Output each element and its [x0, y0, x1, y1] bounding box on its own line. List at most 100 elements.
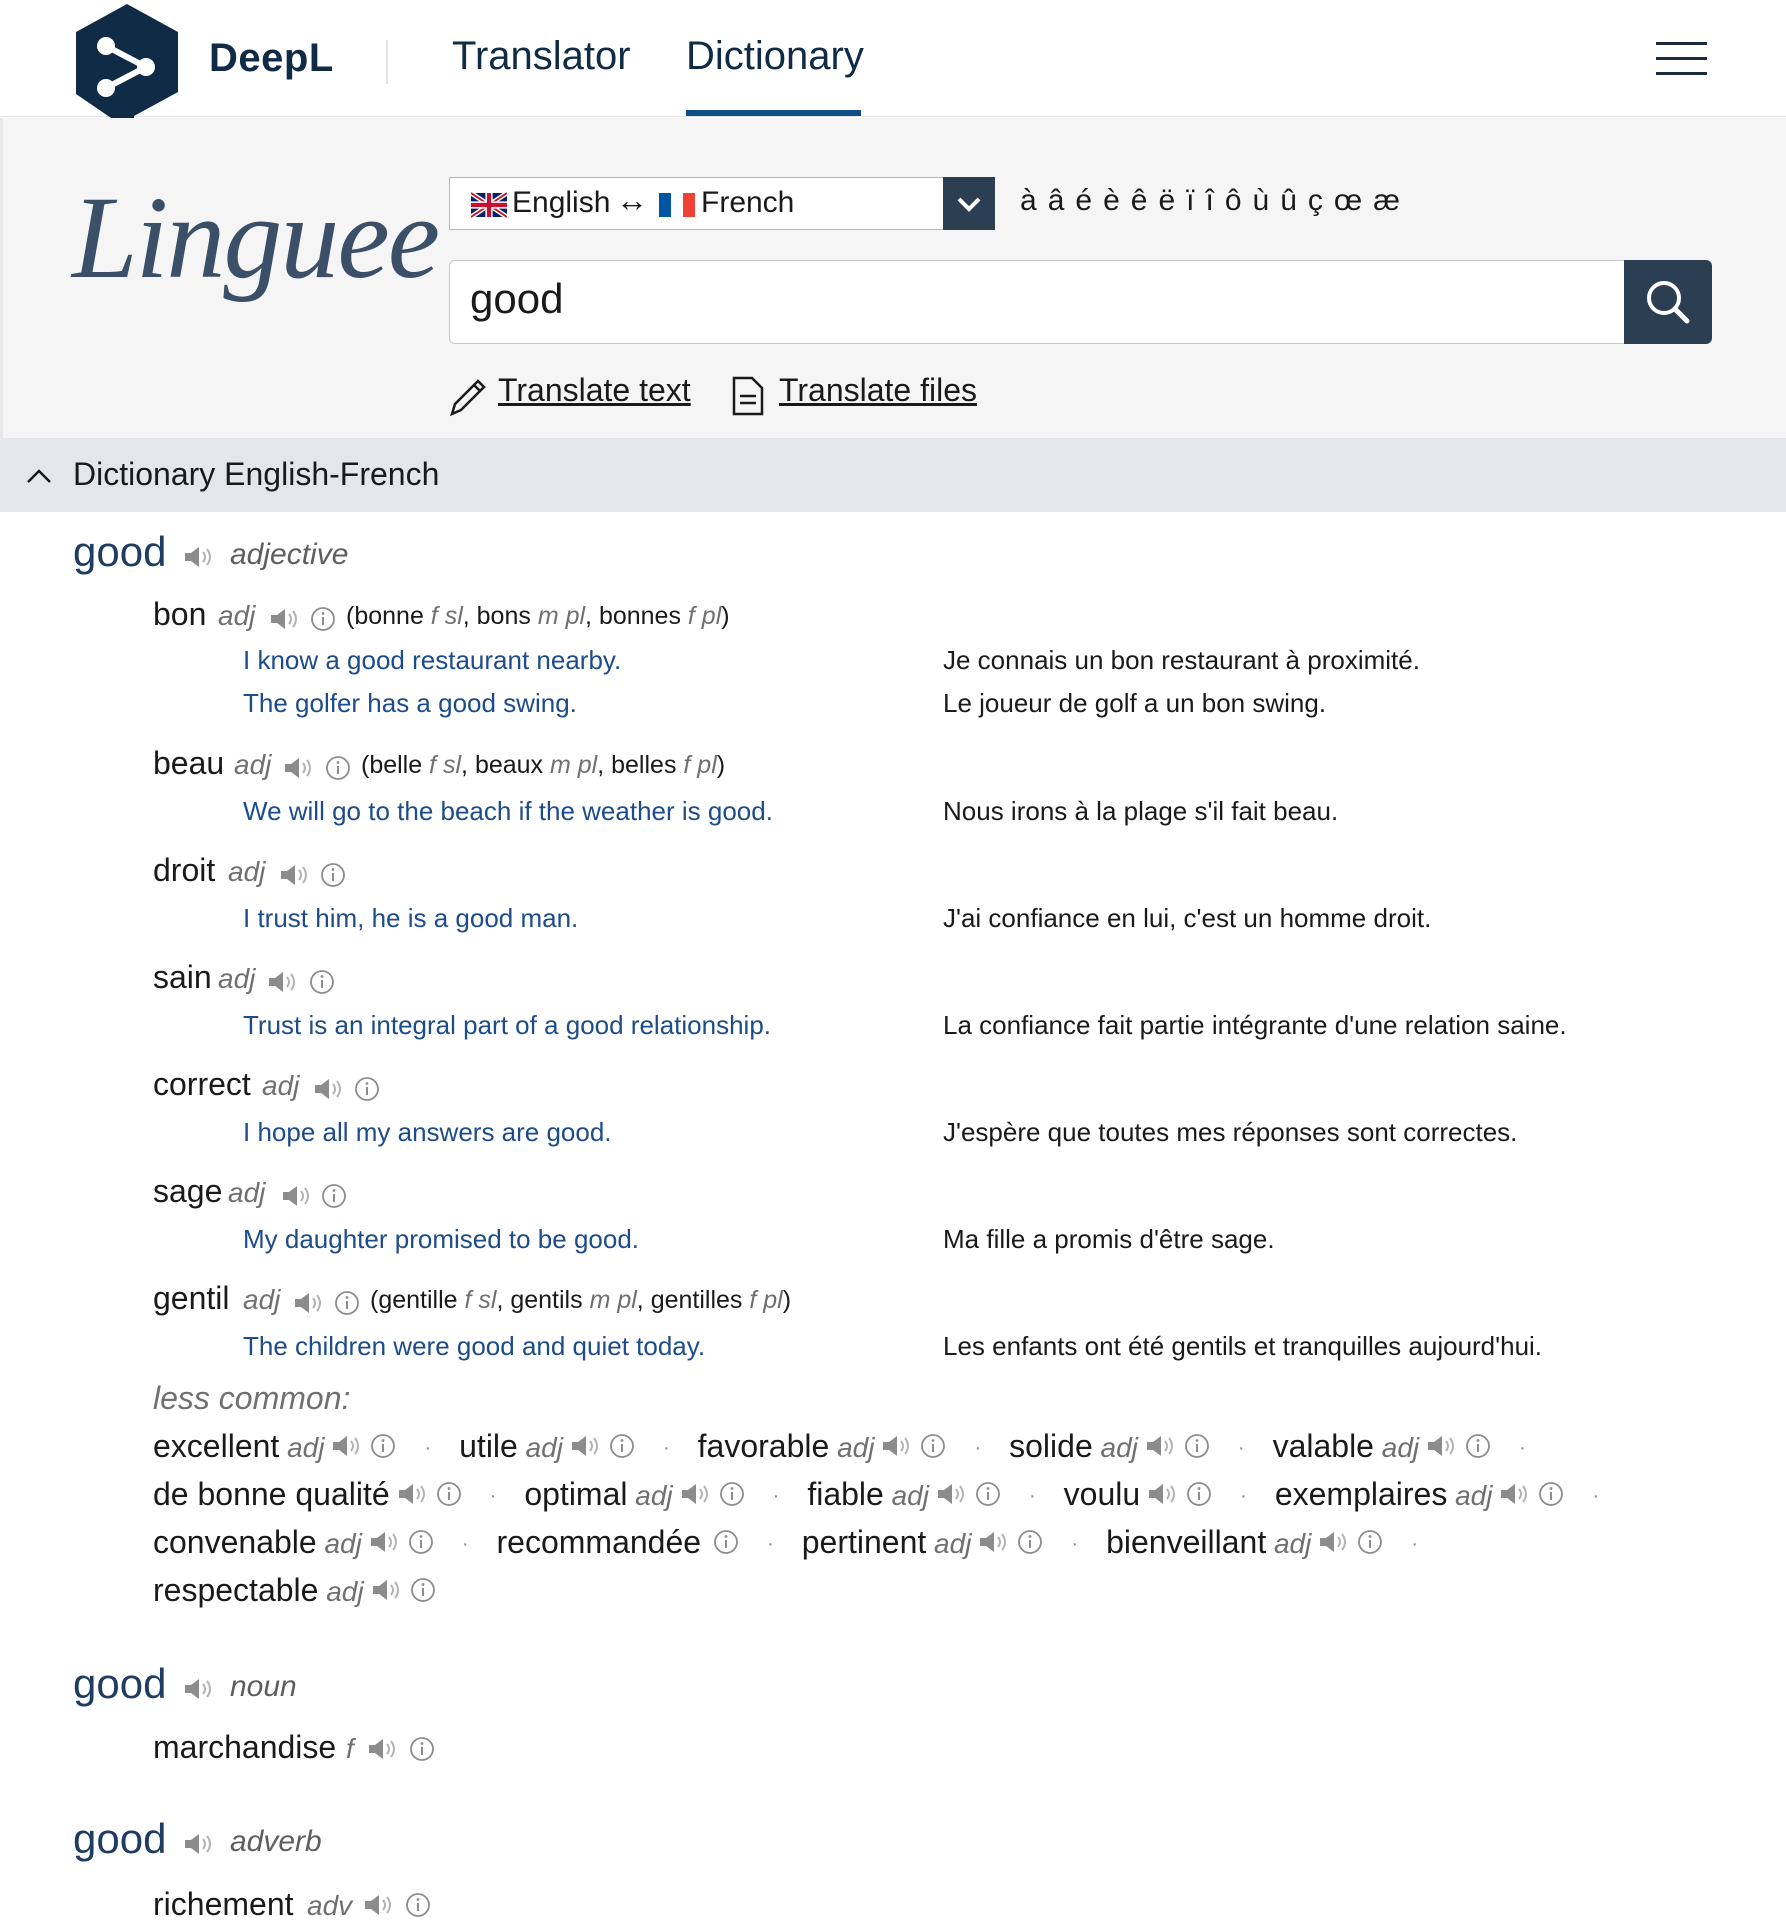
info-icon[interactable]: [713, 1526, 739, 1563]
nav-dictionary[interactable]: Dictionary: [686, 34, 864, 79]
accent-char[interactable]: ù: [1253, 184, 1270, 218]
less-common-translation[interactable]: de bonne qualité: [153, 1476, 462, 1515]
accent-char[interactable]: é: [1075, 184, 1092, 218]
speaker-icon[interactable]: [182, 1831, 216, 1862]
translation-word[interactable]: bon: [153, 596, 206, 633]
deepl-logo-icon[interactable]: [74, 4, 180, 134]
info-icon[interactable]: [719, 1478, 745, 1515]
translation-word[interactable]: beau: [153, 745, 224, 782]
search-box[interactable]: [449, 260, 1625, 344]
speaker-icon[interactable]: [1146, 1478, 1180, 1515]
translation-word[interactable]: droit: [153, 852, 215, 889]
info-icon[interactable]: [409, 1736, 435, 1767]
translation-word[interactable]: sain: [153, 959, 212, 996]
nav-translator[interactable]: Translator: [452, 34, 631, 79]
speaker-icon[interactable]: [1144, 1430, 1178, 1467]
accent-char[interactable]: ç: [1308, 184, 1323, 218]
less-common-translation[interactable]: optimal adj: [524, 1476, 744, 1515]
info-icon[interactable]: [1017, 1526, 1043, 1563]
speaker-icon[interactable]: [268, 606, 302, 637]
translation-word[interactable]: sage: [153, 1173, 222, 1210]
speaker-icon[interactable]: [977, 1526, 1011, 1563]
speaker-icon[interactable]: [1498, 1478, 1532, 1515]
accent-char[interactable]: à: [1020, 184, 1037, 218]
info-icon[interactable]: [321, 1183, 347, 1214]
accent-char[interactable]: œ: [1334, 184, 1362, 218]
linguee-logo[interactable]: Linguee: [72, 170, 440, 306]
info-icon[interactable]: [325, 755, 351, 786]
speaker-icon[interactable]: [280, 1183, 314, 1214]
translation-word[interactable]: gentil: [153, 1280, 230, 1317]
info-icon[interactable]: [1186, 1478, 1212, 1515]
speaker-icon[interactable]: [935, 1478, 969, 1515]
speaker-icon[interactable]: [182, 1676, 216, 1707]
info-icon[interactable]: [405, 1892, 431, 1923]
info-icon[interactable]: [1538, 1478, 1564, 1515]
less-common-translation[interactable]: convenable adj: [153, 1524, 434, 1563]
info-icon[interactable]: [920, 1430, 946, 1467]
speaker-icon[interactable]: [282, 755, 316, 786]
speaker-icon[interactable]: [368, 1526, 402, 1563]
less-common-translation[interactable]: respectable adj: [153, 1572, 436, 1611]
info-icon[interactable]: [410, 1574, 436, 1611]
info-icon[interactable]: [975, 1478, 1001, 1515]
info-icon[interactable]: [309, 969, 335, 1000]
speaker-icon[interactable]: [569, 1430, 603, 1467]
translation-word[interactable]: marchandise: [153, 1729, 336, 1766]
entry-headword[interactable]: good: [73, 1815, 166, 1863]
speaker-icon[interactable]: [312, 1076, 346, 1107]
speaker-icon[interactable]: [679, 1478, 713, 1515]
less-common-translation[interactable]: fiable adj: [807, 1476, 1001, 1515]
less-common-translation[interactable]: pertinent adj: [802, 1524, 1044, 1563]
less-common-translation[interactable]: bienveillant adj: [1106, 1524, 1383, 1563]
speaker-icon[interactable]: [366, 1736, 400, 1767]
info-icon[interactable]: [1357, 1526, 1383, 1563]
info-icon[interactable]: [310, 606, 336, 637]
info-icon[interactable]: [408, 1526, 434, 1563]
info-icon[interactable]: [334, 1290, 360, 1321]
less-common-translation[interactable]: voulu: [1064, 1476, 1213, 1515]
info-icon[interactable]: [370, 1430, 396, 1467]
info-icon[interactable]: [320, 862, 346, 893]
translate-files-link[interactable]: Translate files: [779, 372, 977, 409]
speaker-icon[interactable]: [880, 1430, 914, 1467]
accent-char[interactable]: â: [1048, 184, 1065, 218]
info-icon[interactable]: [609, 1430, 635, 1467]
speaker-icon[interactable]: [1317, 1526, 1351, 1563]
brand-name[interactable]: DeepL: [209, 36, 334, 81]
less-common-translation[interactable]: utile adj: [459, 1428, 635, 1467]
info-icon[interactable]: [354, 1076, 380, 1107]
info-icon[interactable]: [1184, 1430, 1210, 1467]
speaker-icon[interactable]: [396, 1478, 430, 1515]
info-icon[interactable]: [436, 1478, 462, 1515]
hamburger-menu-icon[interactable]: [1656, 42, 1707, 76]
speaker-icon[interactable]: [1425, 1430, 1459, 1467]
language-pair-select[interactable]: English ↔ French: [449, 177, 995, 230]
search-input[interactable]: [470, 275, 1570, 323]
speaker-icon[interactable]: [182, 544, 216, 575]
entry-headword[interactable]: good: [73, 1660, 166, 1708]
less-common-translation[interactable]: excellent adj: [153, 1428, 396, 1467]
less-common-translation[interactable]: valable adj: [1273, 1428, 1492, 1467]
speaker-icon[interactable]: [278, 862, 312, 893]
speaker-icon[interactable]: [266, 969, 300, 1000]
speaker-icon[interactable]: [362, 1892, 396, 1923]
accent-char[interactable]: ê: [1131, 184, 1148, 218]
speaker-icon[interactable]: [370, 1574, 404, 1611]
info-icon[interactable]: [1465, 1430, 1491, 1467]
speaker-icon[interactable]: [330, 1430, 364, 1467]
less-common-translation[interactable]: exemplaires adj: [1275, 1476, 1565, 1515]
accent-char[interactable]: ë: [1158, 184, 1175, 218]
less-common-translation[interactable]: recommandée: [497, 1524, 740, 1563]
speaker-icon[interactable]: [292, 1290, 326, 1321]
accent-char[interactable]: î: [1205, 184, 1213, 218]
accent-char[interactable]: è: [1103, 184, 1120, 218]
less-common-translation[interactable]: solide adj: [1009, 1428, 1210, 1467]
chevron-up-icon[interactable]: [24, 462, 54, 488]
accent-char[interactable]: ô: [1225, 184, 1242, 218]
accent-char[interactable]: ï: [1186, 184, 1194, 218]
translate-text-link[interactable]: Translate text: [498, 372, 691, 409]
accent-char[interactable]: æ: [1373, 184, 1400, 218]
search-button[interactable]: [1624, 260, 1712, 344]
less-common-translation[interactable]: favorable adj: [698, 1428, 947, 1467]
